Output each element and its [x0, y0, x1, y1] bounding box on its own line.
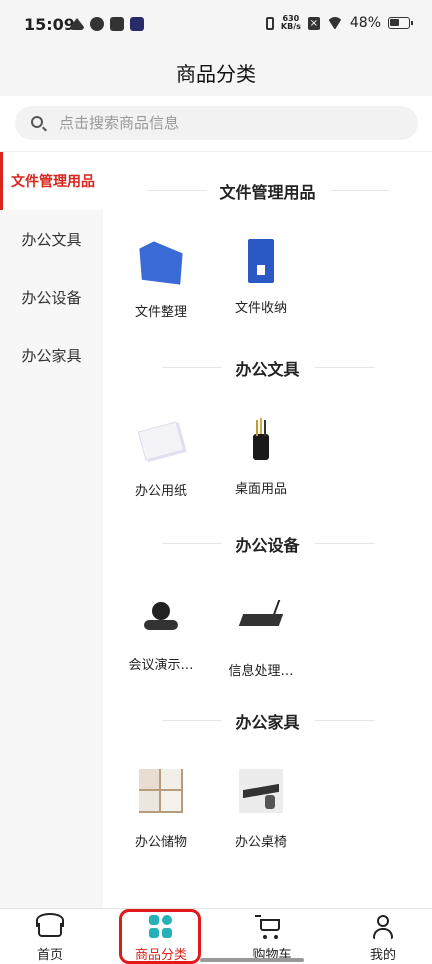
home-icon — [38, 923, 62, 937]
status-time: 15:09 — [24, 15, 75, 34]
router-image — [238, 614, 284, 626]
product-label: 办公用纸 — [134, 484, 187, 499]
tab-home[interactable]: 首页 — [0, 909, 100, 964]
section-title: 办公家具 — [235, 713, 300, 732]
product-label: 办公桌椅 — [234, 835, 287, 850]
category-content: 文件管理用品 文件整理 文件收纳 办公文具 办公用纸 桌面用品 办公设备 会议演… — [103, 152, 432, 908]
search-input[interactable] — [59, 106, 399, 140]
section-divider — [315, 543, 375, 544]
search-area — [0, 96, 432, 152]
conference-camera-image — [144, 602, 178, 632]
tab-label: 我的 — [369, 948, 396, 963]
page-title: 商品分类 — [176, 62, 256, 86]
tab-label: 商品分类 — [134, 948, 187, 963]
sidebar-item-office-equipment[interactable]: 办公设备 — [0, 268, 103, 326]
section-title: 办公文具 — [235, 360, 300, 379]
home-indicator — [200, 958, 304, 962]
network-speed-unit: KB/s — [280, 22, 301, 31]
status-system-icons: 630 KB/s × 48% — [265, 15, 413, 31]
product-information-processing[interactable]: 信息处理… — [211, 592, 311, 679]
search-bar[interactable] — [15, 106, 418, 140]
status-notification-icons — [70, 17, 144, 31]
storage-boxes-image — [139, 769, 183, 813]
product-label: 文件收纳 — [234, 301, 287, 316]
battery-icon — [388, 17, 413, 29]
sidebar-item-stationery[interactable]: 办公文具 — [0, 210, 103, 268]
product-label: 文件整理 — [134, 305, 187, 320]
product-label: 办公储物 — [134, 835, 187, 850]
section-divider — [330, 190, 390, 191]
section-title: 文件管理用品 — [219, 183, 316, 202]
user-icon — [371, 915, 395, 939]
vibrate-icon — [265, 16, 274, 30]
search-icon — [31, 116, 43, 128]
battery-percent: 48% — [349, 15, 381, 31]
tab-label: 首页 — [36, 948, 63, 963]
tab-me[interactable]: 我的 — [333, 909, 432, 964]
app-notification-icon — [90, 17, 104, 31]
section-divider — [315, 367, 375, 368]
wifi-icon — [327, 17, 343, 29]
product-label: 会议演示… — [128, 658, 194, 673]
product-office-desks-chairs[interactable]: 办公桌椅 — [211, 769, 311, 850]
product-office-storage[interactable]: 办公储物 — [111, 769, 211, 850]
section-title: 办公设备 — [235, 536, 300, 555]
product-file-storage[interactable]: 文件收纳 — [211, 239, 311, 316]
product-conference-presentation[interactable]: 会议演示… — [111, 592, 211, 673]
sidebar-item-office-furniture[interactable]: 办公家具 — [0, 326, 103, 384]
file-organizer-image — [139, 241, 183, 285]
product-label: 桌面用品 — [234, 482, 287, 497]
section-divider — [315, 720, 375, 721]
status-bar: 15:09 630 KB/s × 48% — [0, 0, 432, 50]
product-label: 信息处理… — [228, 664, 294, 679]
category-sidebar: 文件管理用品 办公文具 办公设备 办公家具 — [0, 152, 103, 908]
app-notification-icon — [110, 17, 124, 31]
tab-category[interactable]: 商品分类 — [111, 909, 211, 964]
network-speed: 630 KB/s — [281, 15, 301, 31]
file-folder-image — [248, 239, 274, 283]
tab-cart[interactable]: 购物车 — [222, 909, 322, 964]
paper-image — [137, 421, 185, 461]
desk-chair-image — [239, 769, 283, 813]
page-header: 商品分类 — [0, 50, 432, 96]
bottom-tab-bar: 首页 商品分类 购物车 我的 — [0, 908, 432, 964]
product-office-paper[interactable]: 办公用纸 — [111, 416, 211, 499]
pen-holder-image — [253, 420, 269, 460]
cart-icon — [255, 915, 280, 939]
crown-icon — [70, 18, 84, 30]
sim-off-icon: × — [307, 16, 320, 30]
product-file-organizing[interactable]: 文件整理 — [111, 239, 211, 320]
category-icon — [149, 915, 173, 939]
sidebar-item-file-management[interactable]: 文件管理用品 — [0, 152, 103, 210]
product-desk-supplies[interactable]: 桌面用品 — [211, 416, 311, 497]
play-notification-icon — [130, 17, 144, 31]
